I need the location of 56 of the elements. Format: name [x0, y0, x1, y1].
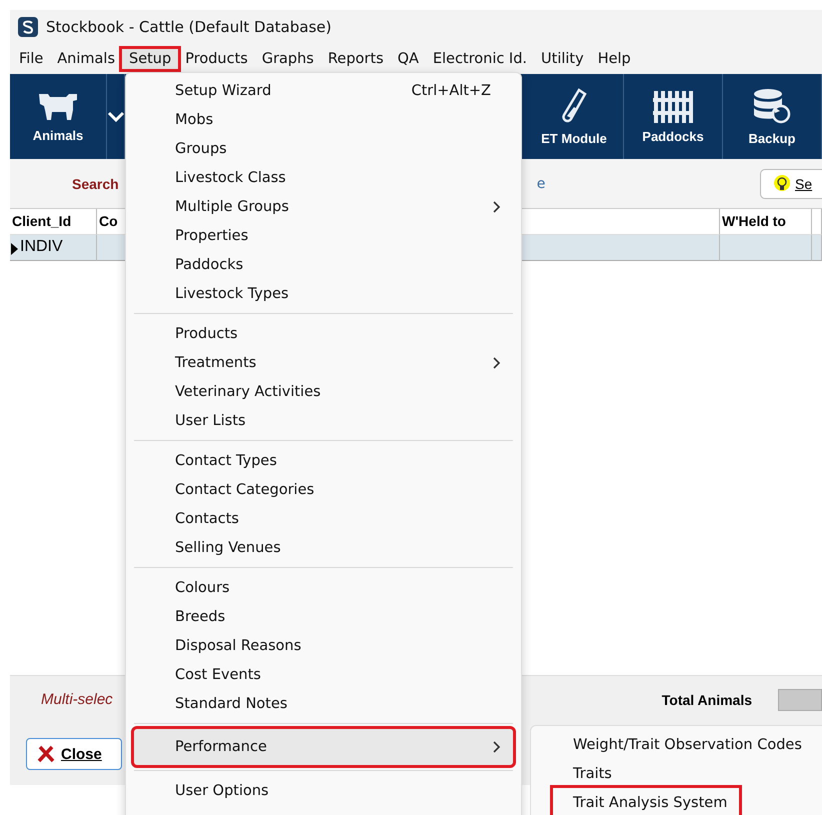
menu-item[interactable]: Cost Events — [134, 660, 513, 689]
menu-item[interactable]: Veterinary Activities — [134, 377, 513, 406]
menu-item[interactable]: Contact Categories — [134, 475, 513, 504]
menu-item[interactable]: Treatments — [134, 348, 513, 377]
menu-item[interactable]: QA — [390, 49, 426, 69]
menu-item[interactable]: Properties — [134, 221, 513, 250]
menu-item[interactable]: User Lists — [134, 406, 513, 435]
close-button[interactable]: Close — [26, 738, 122, 770]
menu-item[interactable]: Utility — [534, 49, 591, 69]
menu-item[interactable]: Help — [590, 49, 638, 69]
window-title: Stockbook - Cattle (Default Database) — [46, 18, 332, 36]
menu-item[interactable]: Performance — [134, 729, 513, 765]
chevron-right-icon — [493, 741, 501, 753]
menu-item[interactable]: Paddocks — [134, 250, 513, 279]
label-fragment: e — [536, 176, 546, 192]
chevron-right-icon — [493, 200, 501, 212]
dropdown-button[interactable] — [107, 74, 125, 159]
menu-item[interactable]: Standard Notes — [134, 689, 513, 718]
total-field — [778, 688, 822, 710]
menu-item[interactable]: Contact Types — [134, 446, 513, 475]
menu-item[interactable]: Colours — [134, 573, 513, 602]
close-icon — [37, 745, 55, 763]
menu-item[interactable]: Mobs — [134, 105, 513, 134]
database-refresh-icon — [752, 87, 792, 125]
menu-item[interactable]: File — [12, 49, 50, 69]
menu-item[interactable]: Trait Analysis System — [553, 788, 739, 815]
menu-item[interactable]: Products — [134, 319, 513, 348]
menu-item[interactable]: Traits — [531, 759, 822, 788]
app-logo-icon — [18, 17, 38, 37]
menu-item[interactable]: Products — [178, 49, 255, 69]
menu-item[interactable]: Setup — [122, 49, 178, 69]
row-pointer-icon — [11, 243, 18, 255]
menu-item[interactable]: Breeds — [134, 602, 513, 631]
light-bulb-icon — [773, 174, 791, 192]
menu-item[interactable]: Groups — [134, 134, 513, 163]
status-hint: Multi-selec — [41, 691, 113, 708]
menu-item[interactable]: Livestock Types — [134, 279, 513, 308]
menu-item[interactable]: Graphs — [254, 49, 321, 69]
menu-item[interactable]: Setup Wizard Ctrl+Alt+Z — [134, 76, 513, 105]
search-button[interactable]: Se — [760, 168, 822, 198]
fence-icon — [653, 89, 693, 123]
menu-item[interactable]: Animals — [50, 49, 122, 69]
shortcut-label: Ctrl+Alt+Z — [411, 82, 491, 98]
menu-item[interactable]: Electronic Id. — [426, 49, 534, 69]
menu-item[interactable]: Livestock Class — [134, 163, 513, 192]
menu-item[interactable]: Weight/Trait Observation Codes — [531, 730, 822, 759]
menu-item[interactable]: Multiple Groups — [134, 192, 513, 221]
menu-item[interactable]: User Options — [134, 776, 513, 805]
chevron-right-icon — [493, 356, 501, 368]
menu-item[interactable]: Reports — [320, 49, 390, 69]
menu-item[interactable]: Disposal Reasons — [134, 631, 513, 660]
search-label: Search — [72, 176, 119, 192]
total-label: Total Animals — [662, 692, 752, 708]
table-cell: INDIV — [10, 235, 97, 261]
menu-item[interactable]: Contacts — [134, 504, 513, 533]
menu-item[interactable]: Selling Venues — [134, 533, 513, 562]
